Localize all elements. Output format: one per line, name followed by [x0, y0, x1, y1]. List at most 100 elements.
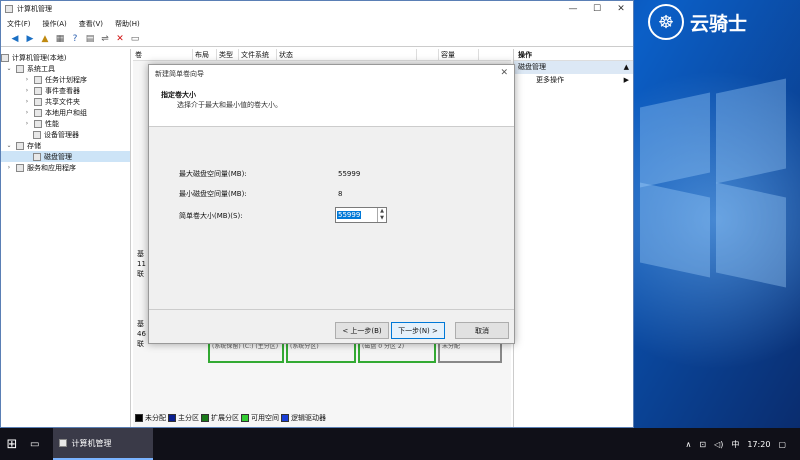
clock[interactable]: 17:20 — [747, 440, 770, 449]
network-icon[interactable]: ⊡ — [699, 440, 706, 449]
menu-file[interactable]: 文件(F) — [7, 19, 31, 29]
chevron-right-icon[interactable]: › — [23, 109, 31, 116]
spin-down-icon[interactable]: ▼ — [378, 215, 386, 222]
actions-section[interactable]: 磁盘管理 ▲ — [514, 61, 633, 74]
menu-action[interactable]: 操作(A) — [43, 19, 67, 29]
export-icon[interactable]: ▭ — [129, 33, 141, 44]
menu-help[interactable]: 帮助(H) — [115, 19, 140, 29]
tree-device-manager[interactable]: 设备管理器 — [1, 129, 130, 140]
volume-size-label: 简单卷大小(MB)(S): — [179, 212, 243, 220]
min-size-row: 最小磁盘空间量(MB): 8 — [179, 189, 342, 199]
chevron-down-icon[interactable]: ⌄ — [5, 142, 13, 149]
volume-icon[interactable]: ◁) — [714, 440, 723, 449]
back-icon[interactable]: ◀ — [9, 33, 21, 44]
min-size-value: 8 — [338, 190, 343, 198]
chevron-right-icon: ▶ — [623, 76, 629, 84]
close-icon[interactable]: ✕ — [500, 68, 508, 78]
show-tree-icon[interactable]: ▦ — [54, 33, 66, 44]
chevron-down-icon[interactable]: ⌄ — [5, 65, 13, 72]
tree-storage[interactable]: ⌄ 存储 — [1, 140, 130, 151]
col-blank[interactable] — [417, 49, 439, 61]
help-icon[interactable]: ? — [69, 33, 81, 44]
connect-icon[interactable]: ⇌ — [99, 33, 111, 44]
tree-root[interactable]: 计算机管理(本地) — [1, 52, 130, 63]
tree-disk-management[interactable]: 磁盘管理 — [1, 151, 130, 162]
computer-icon — [1, 53, 9, 62]
app-icon — [59, 439, 68, 447]
tree-shared-folders[interactable]: › 共享文件夹 — [1, 96, 130, 107]
minimize-button[interactable]: — — [561, 4, 585, 14]
clock-icon — [34, 75, 42, 84]
collapse-icon[interactable]: ▲ — [624, 61, 629, 74]
legend-swatch — [168, 413, 176, 422]
windows-start-icon[interactable]: ⊞ — [2, 437, 22, 452]
disk-icon — [33, 152, 41, 161]
up-folder-icon[interactable]: ▲ — [39, 33, 51, 44]
brand-name: 云骑士 — [690, 12, 748, 35]
taskbar-app-computer-management[interactable]: 计算机管理 — [53, 428, 154, 460]
window-title: 计算机管理 — [17, 5, 52, 13]
forward-icon[interactable]: ▶ — [24, 33, 36, 44]
users-icon — [34, 108, 42, 117]
actions-pane: 操作 磁盘管理 ▲ 更多操作 ▶ — [513, 49, 633, 427]
taskbar: ⊞ ▭ 计算机管理 ∧ ⊡ ◁) 中 17:20 ▢ — [0, 428, 800, 460]
tree-event-viewer[interactable]: › 事件查看器 — [1, 85, 130, 96]
system-tray: ∧ ⊡ ◁) 中 17:20 ▢ — [686, 439, 800, 450]
title-bar: 计算机管理 — ☐ ✕ — [1, 1, 633, 17]
col-volume[interactable]: 卷 — [133, 49, 193, 61]
knight-icon: ☸ — [648, 4, 684, 40]
chevron-right-icon[interactable]: › — [5, 164, 13, 171]
volume-size-input[interactable]: 55999 — [337, 211, 362, 219]
tools-icon — [16, 64, 24, 73]
col-type[interactable]: 类型 — [217, 49, 239, 61]
legend-swatch — [281, 413, 289, 422]
delete-icon[interactable]: ✕ — [114, 33, 126, 44]
services-icon — [16, 163, 24, 172]
chevron-right-icon[interactable]: › — [23, 76, 31, 83]
task-view-icon[interactable]: ▭ — [30, 439, 39, 450]
toolbar: ◀ ▶ ▲ ▦ ? ▤ ⇌ ✕ ▭ — [1, 31, 633, 47]
console-tree: 计算机管理(本地) ⌄ 系统工具 › 任务计划程序 › 事件查看器 › 共享文件夹 › 本… — [1, 49, 131, 427]
wizard-header: 新建简单卷向导 ✕ 指定卷大小 选择介于最大和最小值的卷大小。 — [149, 65, 514, 127]
app-icon — [5, 5, 13, 13]
cancel-button[interactable]: 取消 — [455, 322, 509, 339]
tree-task-scheduler[interactable]: › 任务计划程序 — [1, 74, 130, 85]
max-size-label: 最大磁盘空间量(MB): — [179, 170, 247, 178]
close-button[interactable]: ✕ — [609, 4, 633, 14]
col-filesystem[interactable]: 文件系统 — [239, 49, 277, 61]
max-size-row: 最大磁盘空间量(MB): 55999 — [179, 169, 360, 179]
windows-logo-pane — [716, 78, 786, 184]
more-actions[interactable]: 更多操作 ▶ — [514, 74, 633, 87]
next-button[interactable]: 下一步(N) > — [391, 322, 445, 339]
tree-local-users[interactable]: › 本地用户和组 — [1, 107, 130, 118]
actions-header: 操作 — [514, 49, 633, 61]
menu-view[interactable]: 查看(V) — [79, 19, 103, 29]
disk-legend: 未分配 主分区 扩展分区 可用空间 逻辑驱动器 — [135, 412, 509, 423]
tree-system-tools[interactable]: ⌄ 系统工具 — [1, 63, 130, 74]
disk-1-label: 基 46 联 — [137, 320, 146, 348]
performance-icon — [34, 119, 42, 128]
input-method[interactable]: 中 — [731, 439, 739, 450]
col-capacity[interactable]: 容量 — [439, 49, 479, 61]
chevron-right-icon[interactable]: › — [23, 98, 31, 105]
chevron-right-icon[interactable]: › — [23, 87, 31, 94]
tree-performance[interactable]: › 性能 — [1, 118, 130, 129]
volume-size-row: 简单卷大小(MB)(S): — [179, 211, 243, 221]
spin-up-icon[interactable]: ▲ — [378, 208, 386, 215]
legend-swatch — [241, 413, 249, 422]
button-separator — [149, 309, 514, 310]
volume-column-headers: 卷 布局 类型 文件系统 状态 容量 — [133, 49, 511, 61]
max-size-value: 55999 — [338, 170, 361, 178]
maximize-button[interactable]: ☐ — [585, 4, 609, 14]
chevron-right-icon[interactable]: › — [23, 120, 31, 127]
volume-size-stepper[interactable]: 55999 ▲ ▼ — [335, 207, 387, 223]
brand-logo: ☸ 云骑士 — [648, 4, 747, 40]
back-button[interactable]: < 上一步(B) — [335, 322, 389, 339]
properties-icon[interactable]: ▤ — [84, 33, 96, 44]
storage-icon — [16, 141, 24, 150]
chevron-up-icon[interactable]: ∧ — [686, 440, 692, 449]
col-layout[interactable]: 布局 — [193, 49, 217, 61]
tree-services[interactable]: › 服务和应用程序 — [1, 162, 130, 173]
notification-icon[interactable]: ▢ — [778, 440, 786, 449]
col-status[interactable]: 状态 — [277, 49, 417, 61]
